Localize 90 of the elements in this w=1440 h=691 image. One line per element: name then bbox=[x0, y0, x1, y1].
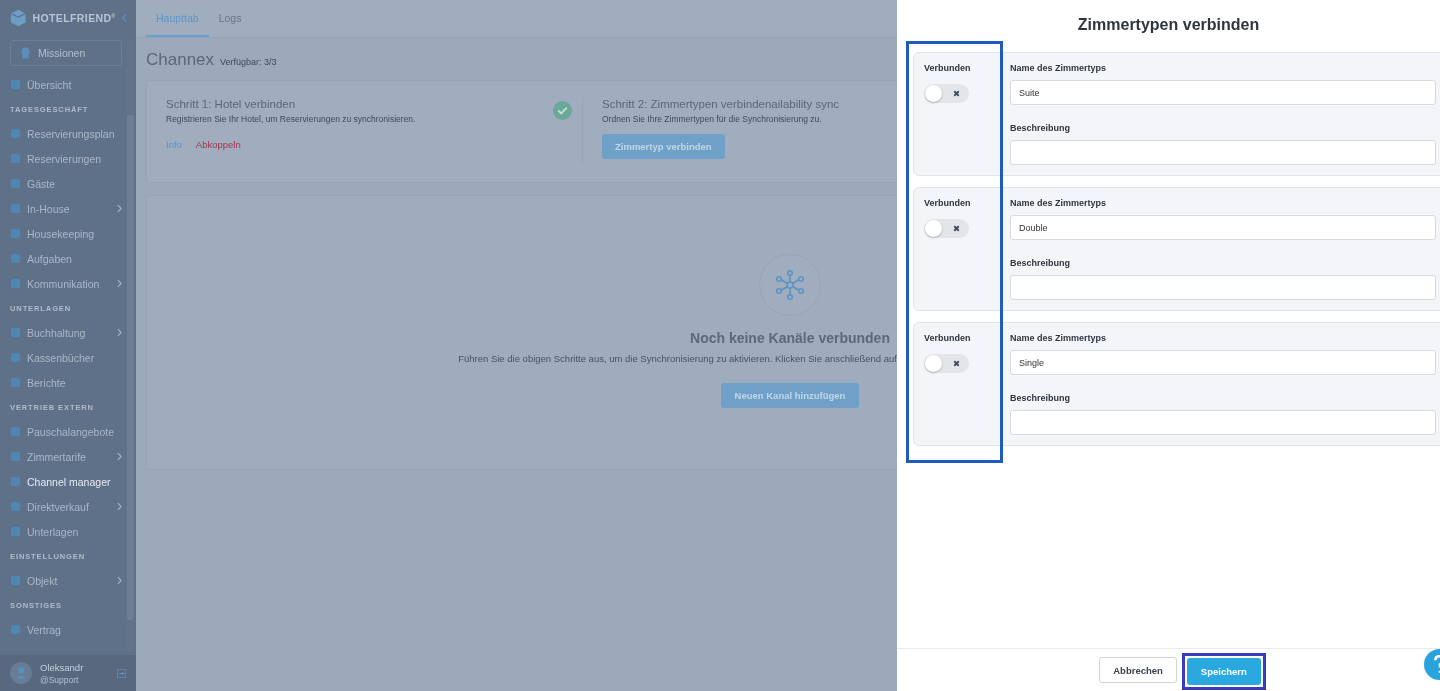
chevron-right-icon bbox=[117, 452, 122, 461]
step-title: Schritt 2: Zimmertypen verbindenailability sync bbox=[602, 98, 840, 110]
sidebar-item[interactable]: Reservierungsplan bbox=[0, 121, 126, 146]
sidebar-item[interactable]: In-House bbox=[0, 196, 126, 221]
logout-icon[interactable] bbox=[117, 668, 126, 678]
connect-room-type-button[interactable]: Zimmertyp verbinden bbox=[602, 134, 725, 159]
sidebar-item[interactable]: Unterlagen bbox=[0, 519, 126, 544]
square-icon bbox=[10, 526, 21, 537]
user-role: @Support bbox=[40, 674, 80, 685]
close-icon bbox=[952, 359, 961, 368]
sidebar-item[interactable]: Objekt bbox=[0, 568, 126, 593]
room-type-name-field[interactable]: Suite bbox=[1010, 80, 1436, 105]
chevron-right-icon bbox=[117, 328, 122, 337]
sidebar-item[interactable]: Kommunikation bbox=[0, 271, 126, 296]
empty-state-description: Führen Sie die obigen Schritte aus, um die Synchronisierung zu aktivieren. Klicken Sie anschließend auf bbox=[458, 353, 897, 364]
field-label: Verbunden bbox=[924, 333, 972, 345]
sidebar-item[interactable]: Reservierungen bbox=[0, 146, 126, 171]
step-description: Registrieren Sie Ihr Hotel, um Reservierungen zu synchronisieren. bbox=[166, 114, 416, 124]
drawer-title: Zimmertypen verbinden bbox=[1076, 15, 1261, 35]
sidebar-item[interactable]: Channel manager bbox=[0, 469, 126, 494]
availability-text: Verfügbar: 3/3 bbox=[220, 57, 277, 67]
square-icon bbox=[10, 228, 21, 239]
chevron-right-icon bbox=[117, 204, 122, 213]
field-label: Name des Zimmertyps bbox=[1010, 63, 1108, 75]
step-link[interactable]: Abkoppeln bbox=[195, 139, 241, 150]
sidebar-item[interactable]: Aufgaben bbox=[0, 246, 126, 271]
square-icon bbox=[10, 426, 21, 437]
room-type-name-field[interactable]: Double bbox=[1010, 215, 1436, 240]
step-description: Ordnen Sie Ihre Zimmertypen für die Synchronisierung zu. bbox=[602, 114, 822, 124]
sidebar-item[interactable]: Housekeeping bbox=[0, 221, 126, 246]
check-icon bbox=[553, 101, 572, 120]
sidebar-item[interactable]: Pauschalangebote bbox=[0, 419, 126, 444]
step-link[interactable]: Info bbox=[166, 139, 182, 150]
close-icon bbox=[952, 89, 961, 98]
field-label: Verbunden bbox=[924, 63, 972, 75]
square-icon bbox=[10, 79, 21, 90]
field-label: Name des Zimmertyps bbox=[1010, 333, 1108, 345]
field-label: Beschreibung bbox=[1010, 123, 1071, 135]
cube-icon bbox=[9, 8, 28, 28]
sidebar-item[interactable]: Vertrag bbox=[0, 617, 126, 642]
cancel-button[interactable]: Abbrechen bbox=[1099, 657, 1177, 683]
medal-icon bbox=[20, 46, 31, 60]
square-icon bbox=[10, 178, 21, 189]
square-icon bbox=[10, 575, 21, 586]
chevron-right-icon bbox=[117, 502, 122, 511]
square-icon bbox=[10, 352, 21, 363]
sidebar-item[interactable]: Übersicht bbox=[0, 72, 126, 97]
empty-state-title: Noch keine Kanäle verbunden bbox=[690, 330, 890, 346]
description-field[interactable] bbox=[1010, 410, 1436, 435]
sidebar-item[interactable]: Direktverkauf bbox=[0, 494, 126, 519]
chevron-right-icon bbox=[117, 576, 122, 585]
field-label: Beschreibung bbox=[1010, 258, 1071, 270]
user-name: Oleksandr bbox=[40, 661, 84, 673]
square-icon bbox=[10, 128, 21, 139]
square-icon bbox=[10, 377, 21, 388]
square-icon bbox=[10, 203, 21, 214]
square-icon bbox=[10, 501, 21, 512]
toggle-switch[interactable] bbox=[924, 84, 969, 103]
close-icon bbox=[952, 224, 961, 233]
square-icon bbox=[10, 624, 21, 635]
brand-name: HOTELFRIEND$^{®}$ bbox=[32, 12, 116, 24]
sidebar-item[interactable]: Buchhaltung bbox=[0, 320, 126, 345]
sidebar-item[interactable]: Kassenbücher bbox=[0, 345, 126, 370]
toggle-switch[interactable] bbox=[924, 354, 969, 373]
room-type-name-field[interactable]: Single bbox=[1010, 350, 1436, 375]
field-label: Beschreibung bbox=[1010, 393, 1071, 405]
step-title: Schritt 1: Hotel verbinden bbox=[166, 98, 296, 110]
field-label: Name des Zimmertyps bbox=[1010, 198, 1108, 210]
square-icon bbox=[10, 278, 21, 289]
field-label: Verbunden bbox=[924, 198, 972, 210]
chevron-right-icon bbox=[117, 279, 122, 288]
square-icon bbox=[10, 476, 21, 487]
page-title: Channex bbox=[146, 50, 215, 70]
add-channel-button[interactable]: Neuen Kanal hinzufügen bbox=[720, 383, 860, 408]
square-icon bbox=[10, 451, 21, 462]
square-icon bbox=[10, 327, 21, 338]
sidebar-item[interactable]: Gäste bbox=[0, 171, 126, 196]
description-field[interactable] bbox=[1010, 275, 1436, 300]
description-field[interactable] bbox=[1010, 140, 1436, 165]
sidebar-item[interactable]: Berichte bbox=[0, 370, 126, 395]
avatar-icon bbox=[10, 662, 32, 684]
square-icon bbox=[10, 253, 21, 264]
toggle-switch[interactable] bbox=[924, 219, 969, 238]
save-button[interactable]: Speichern bbox=[1186, 657, 1261, 685]
chevron-left-icon[interactable] bbox=[120, 12, 128, 24]
missions-button[interactable]: Missionen bbox=[10, 40, 122, 66]
square-icon bbox=[10, 153, 21, 164]
sidebar-item[interactable]: Zimmertarife bbox=[0, 444, 126, 469]
network-icon bbox=[759, 254, 821, 316]
tab[interactable]: Haupttab bbox=[146, 0, 209, 37]
